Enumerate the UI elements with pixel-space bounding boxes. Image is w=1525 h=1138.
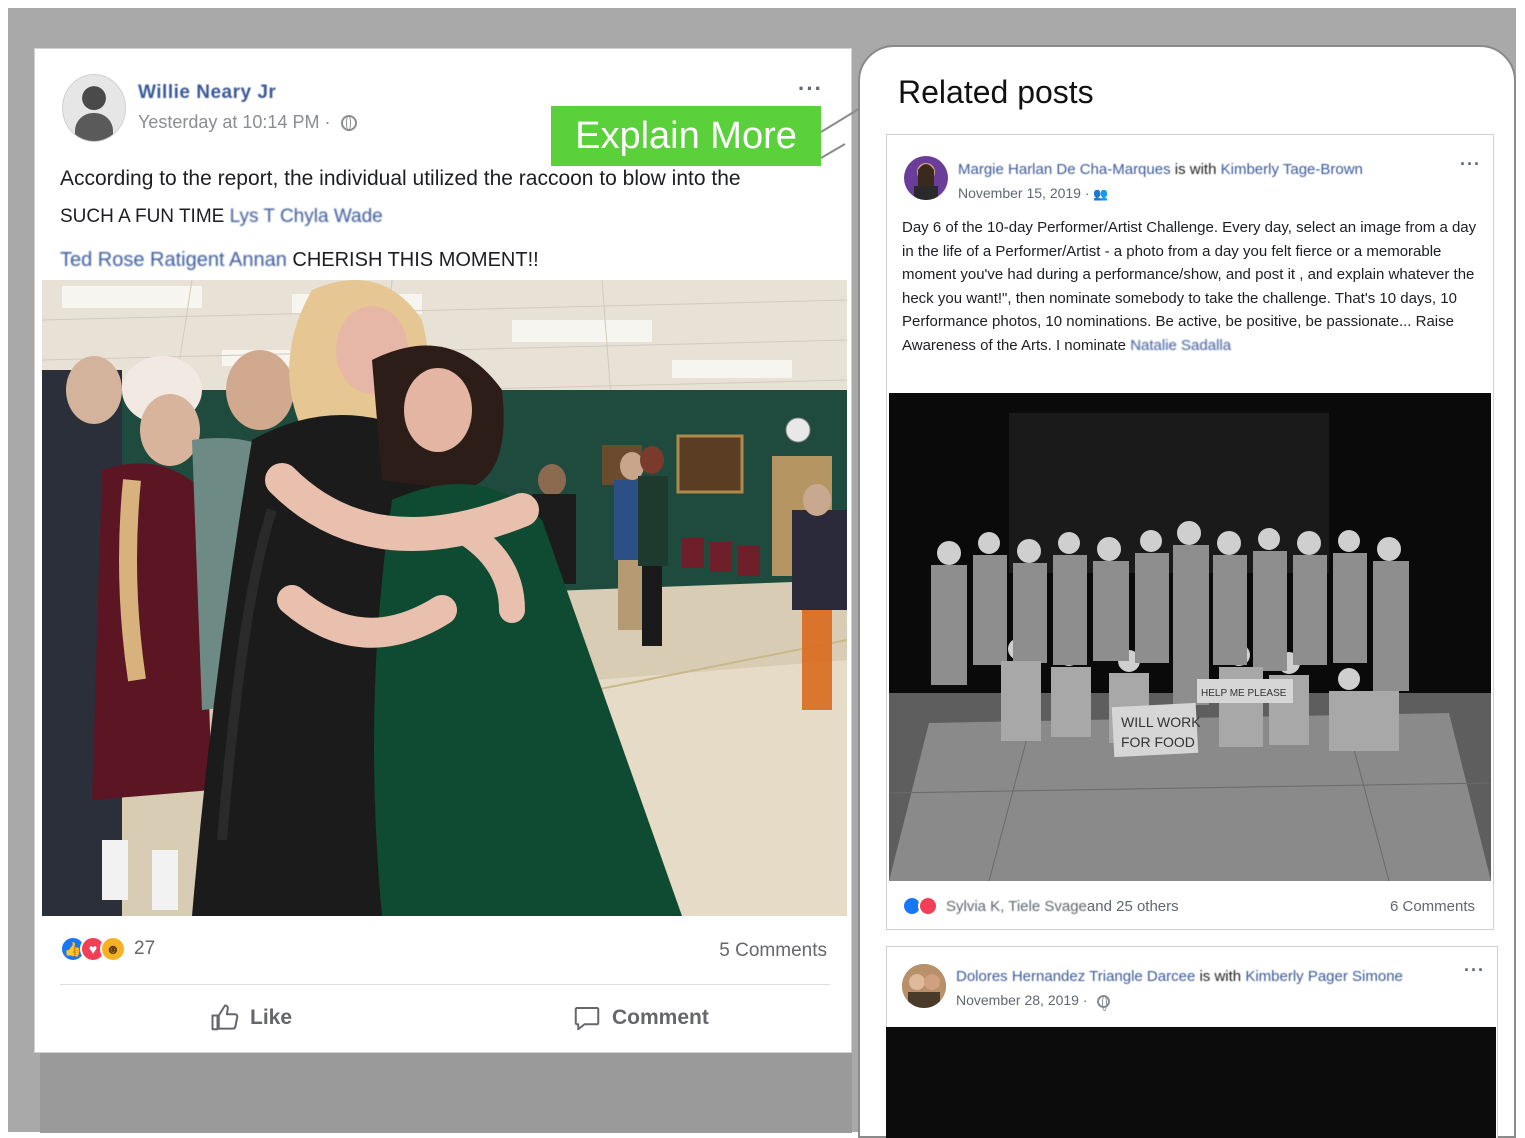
related-post-reactions[interactable]: Sylvia K, Tiele Svage and 25 others — [902, 896, 1179, 916]
feed-background — [40, 1053, 852, 1133]
related-posts-title: Related posts — [898, 74, 1094, 110]
related-post-avatar[interactable] — [904, 156, 948, 200]
related-post-body: Day 6 of the 10-day Performer/Artist Cha… — [902, 219, 1477, 354]
tagged-user-link[interactable]: Kimberly Pager Simone — [1245, 968, 1403, 985]
related-post-date[interactable]: November 15, 2019 · 👥 — [958, 185, 1108, 201]
thumbs-up-icon — [211, 1004, 239, 1031]
author-name[interactable]: Margie Harlan De Cha-Marques — [958, 161, 1171, 178]
post-timestamp[interactable]: Yesterday at 10:14 PM · — [138, 112, 358, 133]
friends-icon: 👥 — [1093, 187, 1109, 201]
post-text-prefix: SUCH A FUN TIME — [60, 206, 230, 227]
related-post-author[interactable]: Dolores Hernandez Triangle Darcee is wit… — [956, 968, 1403, 985]
related-post-text: Day 6 of the 10-day Performer/Artist Cha… — [902, 216, 1482, 357]
related-post-date[interactable]: November 28, 2019 · — [956, 992, 1111, 1011]
post-author-name[interactable]: Willie Neary Jr — [138, 82, 276, 104]
tagged-user-link[interactable]: Lys T Chyla Wade — [230, 206, 383, 227]
tagged-user-link[interactable]: Kimberly Tage-Brown — [1221, 161, 1363, 178]
globe-icon — [1097, 995, 1111, 1011]
post-photo[interactable] — [42, 280, 847, 916]
post-text-suffix: CHERISH THIS MOMENT!! — [286, 249, 539, 271]
love-reaction-icon — [918, 896, 938, 916]
related-post-avatar[interactable] — [902, 964, 946, 1008]
author-name[interactable]: Dolores Hernandez Triangle Darcee — [956, 968, 1195, 985]
related-post-author[interactable]: Margie Harlan De Cha-Marques is with Kim… — [958, 161, 1363, 178]
post-text-line-2: SUCH A FUN TIME Lys T Chyla Wade — [60, 206, 383, 228]
like-button[interactable]: Like — [210, 1000, 292, 1036]
post-text-line-1: According to the report, the individual … — [60, 167, 741, 190]
reaction-count[interactable]: 27 — [134, 938, 155, 960]
related-post-comments[interactable]: 6 Comments — [1390, 898, 1475, 915]
comment-icon — [574, 1007, 600, 1031]
haha-reaction-icon: ☻ — [100, 936, 126, 962]
related-post-photo[interactable] — [886, 1027, 1496, 1138]
comments-count[interactable]: 5 Comments — [719, 940, 827, 962]
sign-text: WILL WORK — [1121, 714, 1201, 730]
comment-button[interactable]: Comment — [572, 1000, 709, 1036]
tagged-user-link[interactable]: Ted Rose Ratigent Annan — [60, 249, 287, 271]
reactor-names[interactable]: Sylvia K, Tiele Svage — [946, 898, 1087, 915]
related-post-photo[interactable]: WILL WORK FOR FOOD HELP ME PLEASE — [889, 393, 1491, 881]
like-label: Like — [250, 1006, 293, 1029]
timestamp-text[interactable]: Yesterday at 10:14 PM · — [138, 112, 335, 132]
sign-text: FOR FOOD — [1121, 734, 1195, 750]
post-options-icon[interactable]: ··· — [1464, 960, 1485, 981]
post-text-line-3: Ted Rose Ratigent Annan CHERISH THIS MOM… — [60, 249, 539, 272]
action-divider — [60, 984, 830, 985]
date-text[interactable]: November 28, 2019 · — [956, 992, 1091, 1008]
date-text[interactable]: November 15, 2019 · — [958, 185, 1093, 201]
tagged-user-link[interactable]: Natalie Sadalla — [1130, 337, 1231, 354]
post-options-icon[interactable]: ··· — [1460, 154, 1481, 175]
with-label: is with — [1195, 968, 1246, 985]
comment-label: Comment — [612, 1006, 709, 1029]
sign-text: HELP ME PLEASE — [1201, 688, 1287, 699]
author-avatar[interactable] — [62, 74, 126, 142]
cast-photo-illustration: WILL WORK FOR FOOD HELP ME PLEASE — [889, 393, 1491, 881]
with-label: is with — [1170, 161, 1221, 178]
party-photo-illustration — [42, 280, 847, 916]
explain-more-button[interactable]: Explain More — [551, 106, 821, 166]
globe-icon — [341, 115, 358, 131]
avatar-illustration — [902, 964, 946, 1008]
reactions-summary[interactable]: 👍 ♥ ☻ 27 — [60, 934, 155, 964]
avatar-illustration — [914, 163, 938, 200]
reactor-count[interactable]: and 25 others — [1087, 898, 1179, 915]
